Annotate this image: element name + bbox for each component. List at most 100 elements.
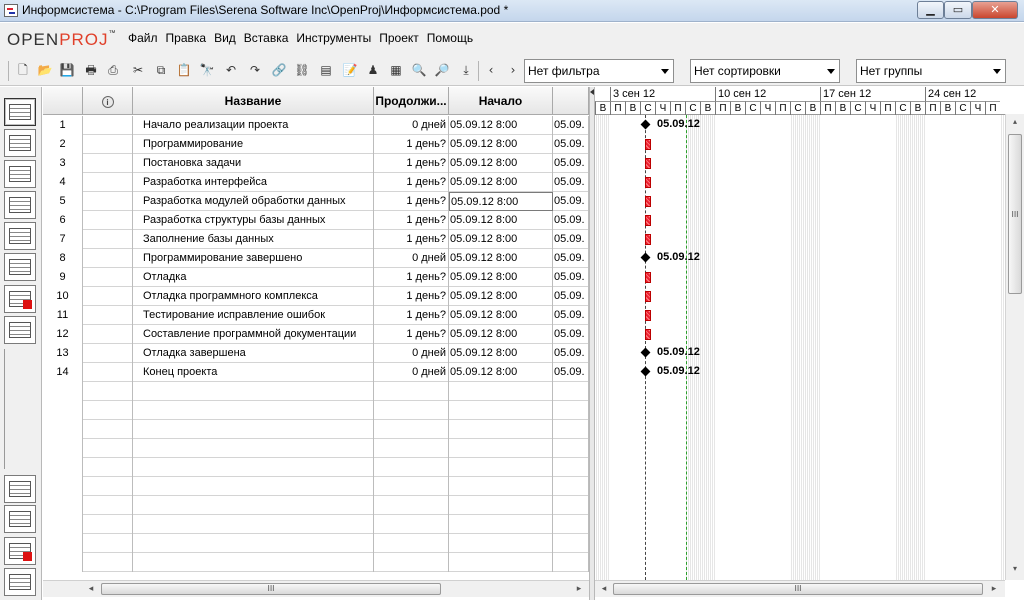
cell-duration[interactable] [374, 534, 449, 553]
menu-insert[interactable]: Вставка [244, 31, 289, 45]
table-row[interactable] [43, 420, 589, 439]
cell-id[interactable] [43, 534, 83, 553]
resources-view-button[interactable] [4, 160, 36, 188]
notes-icon[interactable]: 📝 [342, 63, 358, 78]
outdent-icon[interactable]: ‹ [483, 63, 499, 78]
cell-duration[interactable]: 1 день? [374, 287, 449, 306]
indent-icon[interactable]: › [505, 63, 521, 78]
menu-view[interactable]: Вид [214, 31, 236, 45]
table-row[interactable] [43, 515, 589, 534]
calendar-icon[interactable]: ▦ [388, 63, 404, 78]
cell-start[interactable]: 05.09.12 8:00 [449, 211, 553, 230]
paste-icon[interactable]: 📋 [176, 63, 192, 78]
cell-duration[interactable] [374, 458, 449, 477]
wbs-view-button[interactable] [4, 191, 36, 219]
rbs-view-button[interactable] [4, 222, 36, 250]
cell-finish[interactable] [553, 420, 589, 439]
cell-start[interactable]: 05.09.12 8:00 [449, 344, 553, 363]
cell-name[interactable]: Отладка [133, 268, 374, 287]
header-duration[interactable]: Продолжи... [374, 87, 449, 115]
cell-duration[interactable]: 1 день? [374, 154, 449, 173]
cell-start[interactable] [449, 439, 553, 458]
cell-duration[interactable]: 1 день? [374, 325, 449, 344]
redo-icon[interactable]: ↷ [247, 63, 263, 78]
cell-duration[interactable]: 0 дней [374, 116, 449, 135]
cell-name[interactable]: Разработка структуры базы данных [133, 211, 374, 230]
cell-duration[interactable]: 1 день? [374, 211, 449, 230]
cell-id[interactable]: 6 [43, 211, 83, 230]
cell-name[interactable]: Составление программной документации [133, 325, 374, 344]
cell-finish[interactable]: 05.09. [553, 306, 589, 325]
task-bar[interactable] [645, 291, 651, 302]
cell-indicator[interactable] [83, 382, 133, 401]
cell-start[interactable]: 05.09.12 8:00 [449, 192, 553, 211]
table-row[interactable]: 9 Отладка 1 день? 05.09.12 8:00 05.09. [43, 268, 589, 287]
milestone-diamond[interactable] [640, 347, 651, 358]
table-row[interactable] [43, 401, 589, 420]
zoom-in-icon[interactable]: 🔍 [411, 63, 427, 78]
cell-id[interactable]: 3 [43, 154, 83, 173]
cell-start[interactable]: 05.09.12 8:00 [449, 230, 553, 249]
print-icon[interactable]: 🖶 [83, 63, 99, 78]
table-row[interactable]: 14 Конец проекта 0 дней 05.09.12 8:00 05.09. [43, 363, 589, 382]
scroll-right-icon[interactable]: ▸ [573, 583, 585, 595]
table-row[interactable]: 13 Отладка завершена 0 дней 05.09.12 8:00 05… [43, 344, 589, 363]
cell-start[interactable] [449, 496, 553, 515]
table-row[interactable]: 12 Составление программной документации 1 … [43, 325, 589, 344]
cell-name[interactable]: Отладка программного комплекса [133, 287, 374, 306]
table-row[interactable]: 8 Программирование завершено 0 дней 05.09.1… [43, 249, 589, 268]
cell-id[interactable] [43, 382, 83, 401]
cell-indicator[interactable] [83, 287, 133, 306]
assign-resources-icon[interactable]: ♟ [365, 63, 381, 78]
cell-name[interactable]: Тестирование исправление ошибок [133, 306, 374, 325]
task-usage-detail-button[interactable] [4, 537, 36, 565]
table-row[interactable]: 11 Тестирование исправление ошибок 1 день?… [43, 306, 589, 325]
reports-view-button[interactable] [4, 253, 36, 281]
task-bar[interactable] [645, 329, 651, 340]
table-row[interactable] [43, 496, 589, 515]
cell-name[interactable] [133, 382, 374, 401]
cell-start[interactable] [449, 534, 553, 553]
task-info-icon[interactable]: ▤ [318, 63, 334, 78]
cell-finish[interactable]: 05.09. [553, 116, 589, 135]
close-button[interactable]: ✕ [972, 1, 1018, 19]
cell-name[interactable] [133, 553, 374, 572]
cell-duration[interactable] [374, 420, 449, 439]
cell-name[interactable] [133, 401, 374, 420]
cell-id[interactable] [43, 401, 83, 420]
task-bar[interactable] [645, 139, 651, 150]
cell-name[interactable] [133, 515, 374, 534]
table-row[interactable] [43, 458, 589, 477]
cell-start[interactable]: 05.09.12 8:00 [449, 154, 553, 173]
cell-indicator[interactable] [83, 496, 133, 515]
cell-finish[interactable]: 05.09. [553, 363, 589, 382]
cell-indicator[interactable] [83, 458, 133, 477]
cell-duration[interactable] [374, 515, 449, 534]
cell-name[interactable]: Постановка задачи [133, 154, 374, 173]
charts-view-button[interactable] [4, 505, 36, 533]
cell-finish[interactable] [553, 553, 589, 572]
cell-finish[interactable]: 05.09. [553, 268, 589, 287]
cell-finish[interactable]: 05.09. [553, 135, 589, 154]
cell-duration[interactable]: 1 день? [374, 173, 449, 192]
scroll-up-icon[interactable]: ▴ [1009, 117, 1021, 129]
cell-start[interactable]: 05.09.12 8:00 [449, 287, 553, 306]
scroll-thumb[interactable]: III [613, 583, 983, 595]
cell-id[interactable]: 14 [43, 363, 83, 382]
table-row[interactable]: 5 Разработка модулей обработки данных 1 де… [43, 192, 589, 211]
cell-name[interactable]: Программирование [133, 135, 374, 154]
cell-duration[interactable]: 0 дней [374, 363, 449, 382]
menu-tools[interactable]: Инструменты [296, 31, 371, 45]
cell-start[interactable] [449, 477, 553, 496]
cell-finish[interactable]: 05.09. [553, 154, 589, 173]
cell-name[interactable]: Разработка интерфейса [133, 173, 374, 192]
cell-start[interactable] [449, 515, 553, 534]
cell-name[interactable]: Конец проекта [133, 363, 374, 382]
cell-duration[interactable]: 0 дней [374, 249, 449, 268]
resource-usage-view-button[interactable] [4, 316, 36, 344]
cell-start[interactable] [449, 553, 553, 572]
cell-indicator[interactable] [83, 515, 133, 534]
cell-duration[interactable]: 1 день? [374, 268, 449, 287]
cell-id[interactable]: 12 [43, 325, 83, 344]
copy-icon[interactable]: ⧉ [153, 63, 169, 78]
